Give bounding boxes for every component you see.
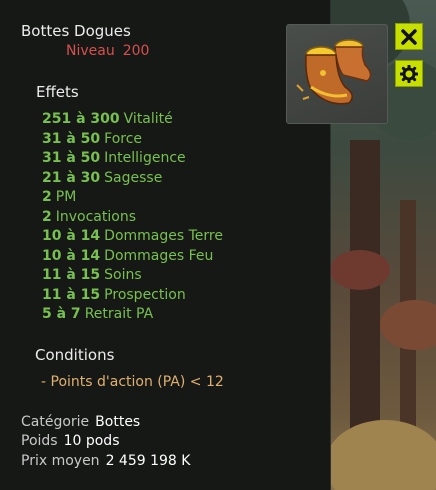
- boots-icon: [296, 39, 372, 105]
- item-tooltip-panel: Bottes Dogues Niveau 200 Effets 251 à 300…: [0, 0, 331, 490]
- effect-row: 21 à 30 Sagesse: [42, 169, 163, 186]
- effect-row: 31 à 50 Intelligence: [42, 150, 186, 166]
- meta-weight: Poids 10 pods: [21, 433, 120, 449]
- meta-category: Catégorie Bottes: [21, 414, 140, 430]
- item-level: Niveau 200: [66, 43, 149, 59]
- item-name: Bottes Dogues: [21, 22, 131, 40]
- weight-value: 10 pods: [63, 433, 120, 449]
- gear-icon: [400, 64, 418, 83]
- item-image-frame: [286, 24, 388, 124]
- effects-heading: Effets: [36, 83, 79, 101]
- effect-row: 251 à 300 Vitalité: [42, 111, 173, 127]
- settings-button[interactable]: [395, 60, 423, 87]
- effect-row: 2 Invocations: [42, 208, 136, 225]
- effects-list: 251 à 300 Vitalité 31 à 50 Force 31 à 50 In…: [42, 110, 223, 325]
- effect-row: 31 à 50 Force: [42, 130, 143, 147]
- close-icon: [401, 28, 417, 45]
- price-value: 2 459 198 K: [105, 453, 191, 469]
- meta-price: Prix moyen 2 459 198 K: [21, 453, 190, 469]
- effect-row: 10 à 14 Dommages Feu: [42, 247, 214, 264]
- category-value: Bottes: [95, 414, 141, 430]
- effect-row: 5 à 7 Retrait PA: [42, 306, 154, 322]
- level-label: Niveau: [66, 43, 115, 59]
- effect-row: 10 à 14 Dommages Terre: [42, 228, 223, 244]
- close-button[interactable]: [395, 23, 423, 50]
- conditions-heading: Conditions: [35, 346, 115, 364]
- effect-row: 11 à 15 Prospection: [42, 286, 186, 303]
- price-label: Prix moyen: [21, 453, 100, 469]
- category-label: Catégorie: [21, 414, 90, 430]
- effect-row: 11 à 15 Soins: [42, 267, 142, 283]
- effect-row: 2 PM: [42, 189, 77, 205]
- weight-label: Poids: [21, 433, 58, 449]
- level-value: 200: [122, 43, 150, 59]
- condition-item: - Points d'action (PA) < 12: [41, 374, 224, 390]
